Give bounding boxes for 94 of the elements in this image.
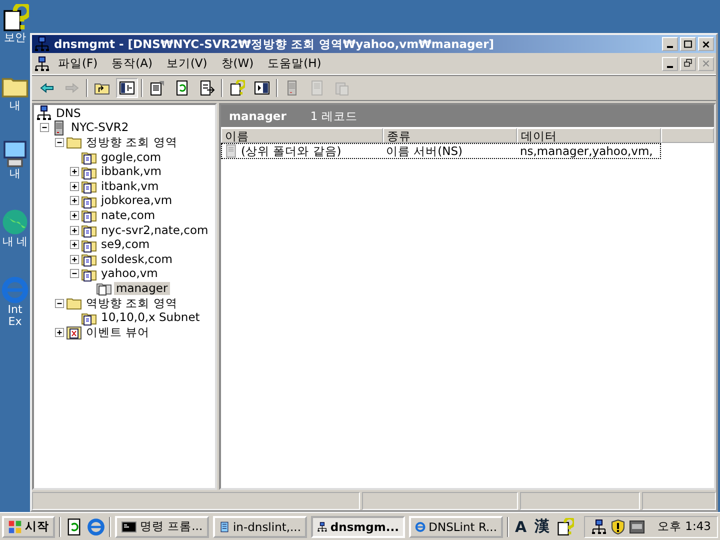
tree-item[interactable]: jobkorea,vm xyxy=(99,194,174,208)
start-button[interactable]: 시작 xyxy=(2,516,55,538)
tree-item[interactable]: gogle,com xyxy=(99,150,164,164)
expander-icon[interactable] xyxy=(70,269,79,278)
tree-item[interactable]: itbank,vm xyxy=(99,180,161,193)
window-title: dnsmgmt - [DNS₩NYC-SVR2₩정방향 조회 영역₩yahoo,vm₩manager] xyxy=(54,36,495,52)
expander-icon[interactable] xyxy=(70,240,79,250)
expander-icon[interactable] xyxy=(55,328,64,337)
vm-icon xyxy=(628,518,645,534)
clock: 오후 1:43 xyxy=(658,519,711,534)
table-cell-text: 이름 서버(NS) xyxy=(385,144,464,158)
desktop-icon-label[interactable]: 내 xyxy=(0,168,30,180)
tree-item[interactable]: se9,com xyxy=(99,238,152,252)
expander-icon[interactable] xyxy=(55,138,64,147)
export-list-icon xyxy=(199,80,215,96)
back-arrow-icon xyxy=(39,80,55,96)
network-icon xyxy=(590,518,607,534)
browser-icon xyxy=(1,276,29,304)
expander-icon[interactable] xyxy=(70,254,79,264)
flag-icon xyxy=(8,520,22,534)
help-icon xyxy=(1,4,29,32)
column-header[interactable]: 데이터 xyxy=(517,128,661,143)
desktop-icon-label[interactable]: Int Ex xyxy=(0,304,30,328)
taskbar-button[interactable]: 명령 프롬... xyxy=(115,516,209,538)
page-icon xyxy=(224,144,238,158)
copy-icon xyxy=(334,80,350,96)
menu-item[interactable]: 파일(F) xyxy=(52,54,104,73)
maximize-button[interactable] xyxy=(680,37,696,51)
tree-item[interactable]: manager xyxy=(114,282,170,295)
expander-icon[interactable] xyxy=(40,123,49,132)
expander-icon[interactable] xyxy=(70,196,79,206)
tree-item[interactable]: nyc-svr2,nate,com xyxy=(99,224,210,237)
restore-button[interactable] xyxy=(680,56,696,70)
globe-icon xyxy=(1,208,29,236)
language-indicator[interactable]: A xyxy=(513,518,529,536)
minimize-icon xyxy=(667,66,673,68)
language-indicator[interactable]: 漢 xyxy=(532,517,552,536)
network-icon xyxy=(36,105,52,122)
toolbar-button[interactable] xyxy=(116,78,138,98)
tree-item[interactable]: 정방향 조회 영역 xyxy=(84,136,180,149)
close-icon xyxy=(700,58,712,69)
tree-item[interactable]: nate,com xyxy=(99,208,158,222)
desktop-icon-label[interactable]: 내 네 xyxy=(0,236,30,248)
help-icon[interactable] xyxy=(556,518,574,536)
close-icon xyxy=(700,38,712,50)
expander-icon[interactable] xyxy=(55,298,64,308)
expander-icon[interactable] xyxy=(70,226,79,235)
column-header[interactable]: 이름 xyxy=(221,128,383,143)
tree-item[interactable]: 10,10,0,x Subnet xyxy=(99,311,202,324)
taskbar-button[interactable]: in-dnslint,... xyxy=(213,516,307,538)
minimize-icon xyxy=(667,46,673,48)
desktop-icon-label[interactable]: 보안 xyxy=(0,32,30,44)
tree-item[interactable]: 이벤트 뷰어 xyxy=(84,326,152,339)
expander-icon[interactable] xyxy=(70,210,79,220)
taskbar-button[interactable]: dnsmgm... xyxy=(311,516,405,538)
table-cell-text: ns,manager,yahoo,vm, xyxy=(519,144,654,158)
shield-icon xyxy=(610,518,626,534)
refresh-icon xyxy=(174,80,190,96)
menu-item[interactable]: 보기(V) xyxy=(160,54,214,73)
desktop-icon-label[interactable]: 내 xyxy=(0,100,30,112)
network-icon xyxy=(34,56,50,72)
table-cell: (상위 폴더와 같음) xyxy=(241,144,342,158)
column-header[interactable]: 종류 xyxy=(383,128,517,143)
event-log-icon xyxy=(66,324,82,340)
properties-icon xyxy=(149,80,165,96)
help-icon xyxy=(229,80,245,96)
forward-arrow-icon xyxy=(64,80,80,96)
tree-item[interactable]: 역방향 조회 영역 xyxy=(84,296,180,310)
computer-icon xyxy=(1,140,29,168)
menu-item[interactable]: 창(W) xyxy=(215,54,260,73)
page-icon xyxy=(309,80,325,96)
close-button[interactable] xyxy=(698,37,714,51)
menu-item[interactable]: 동작(A) xyxy=(106,54,158,73)
record-row[interactable]: (상위 폴더와 같음) 이름 서버(NS) ns,manager,yahoo,vm, xyxy=(221,143,661,159)
restore-icon xyxy=(682,58,694,69)
maximize-icon xyxy=(682,38,694,50)
tree-panel-icon xyxy=(119,80,135,96)
expander-icon[interactable] xyxy=(70,167,79,176)
tree-item[interactable]: ibbank,vm xyxy=(99,165,164,178)
menu-item[interactable]: 도움말(H) xyxy=(262,54,328,73)
minimize-button[interactable] xyxy=(662,37,678,51)
console-icon xyxy=(121,518,137,534)
panel-icon xyxy=(254,80,270,96)
details-title: manager xyxy=(229,109,286,123)
tree-item[interactable]: yahoo,vm xyxy=(99,267,160,280)
minimize-button[interactable] xyxy=(662,56,678,70)
tree-item[interactable]: soldesk,com xyxy=(99,252,174,266)
tree-item[interactable]: DNS xyxy=(54,106,83,120)
expander-icon[interactable] xyxy=(70,182,79,191)
quick-launch-icon[interactable] xyxy=(65,518,83,536)
tree-item[interactable]: NYC-SVR2 xyxy=(69,121,131,134)
taskbar-button[interactable]: DNSLint R... xyxy=(409,516,503,538)
record-count: 1 레코드 xyxy=(310,108,358,124)
network-icon xyxy=(34,36,50,52)
